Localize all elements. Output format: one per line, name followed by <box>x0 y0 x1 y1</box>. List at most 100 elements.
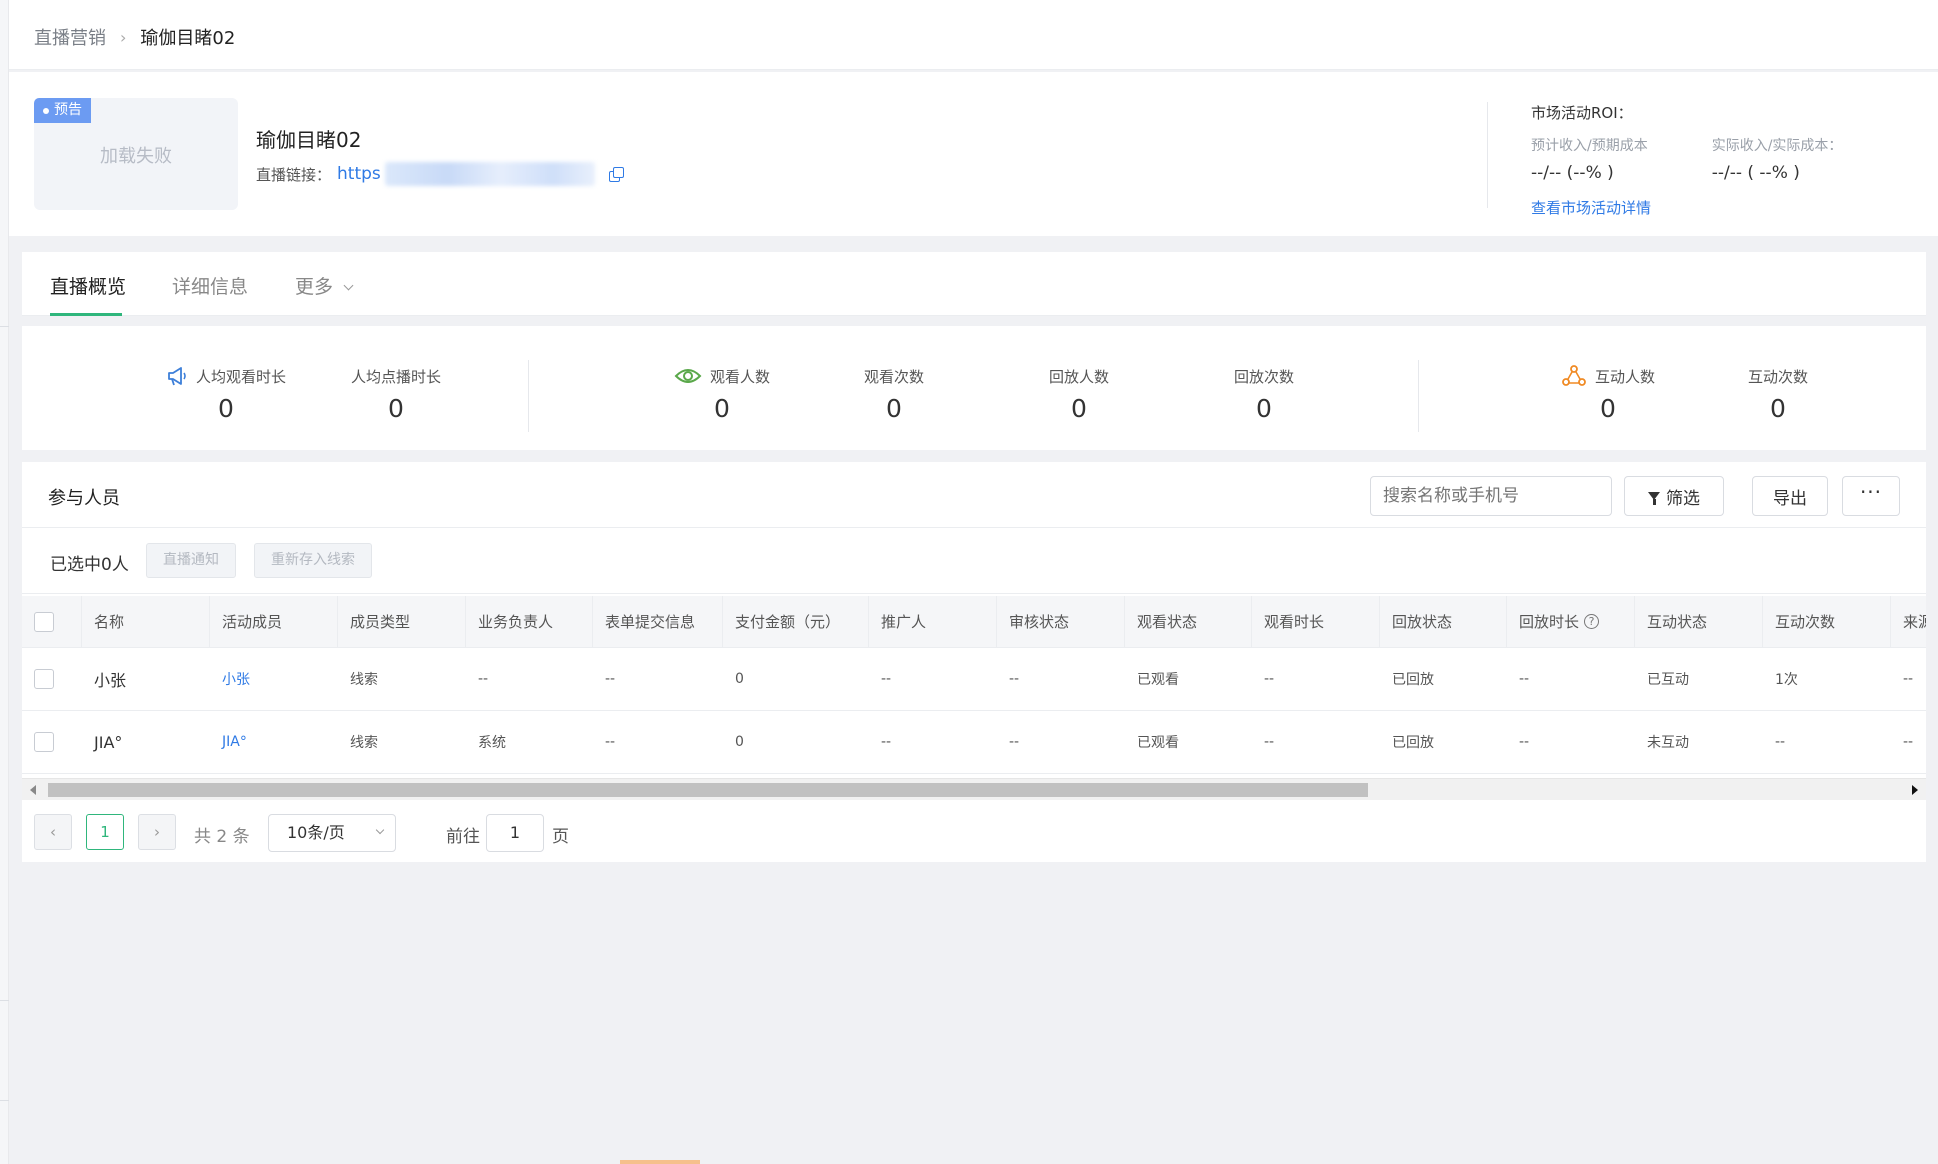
row-select-cell <box>22 648 82 710</box>
cell: -- <box>478 671 489 687</box>
column-header[interactable]: 互动次数 <box>1763 596 1891 647</box>
roi-expected-label: 预计收入/预期成本 <box>1531 138 1648 154</box>
scroll-left-icon[interactable] <box>30 785 36 795</box>
stats-panel: 人均观看时长 0 人均点播时长 0 观看人数 0 观看次数 0 回放人数 0 回… <box>22 326 1926 450</box>
live-cover: 预告 加载失败 <box>34 98 238 210</box>
export-button[interactable]: 导出 <box>1752 476 1828 516</box>
live-title: 瑜伽目睹02 <box>256 128 362 152</box>
search-input[interactable] <box>1370 476 1612 516</box>
copy-icon[interactable] <box>608 167 624 182</box>
column-header[interactable]: 观看状态 <box>1125 596 1252 647</box>
select-all-checkbox[interactable] <box>34 611 54 632</box>
stat-value: 0 <box>218 394 234 423</box>
selected-count: 已选中0人 <box>50 555 129 575</box>
table-row[interactable]: JIA° JIA° 线索 系统 -- 0 -- -- 已观看 -- 已回放 --… <box>22 711 1926 774</box>
column-header[interactable]: 来源 <box>1891 596 1926 647</box>
tab-more[interactable]: 更多 <box>295 272 354 299</box>
filter-button[interactable]: 筛选 <box>1624 476 1724 516</box>
column-header[interactable]: 成员类型 <box>338 596 466 647</box>
chevron-right-icon: › <box>120 27 127 47</box>
cell: 0 <box>735 734 744 750</box>
row-checkbox[interactable] <box>34 732 54 752</box>
column-header[interactable]: 审核状态 <box>997 596 1125 647</box>
cell: 线索 <box>350 735 378 751</box>
chevron-down-icon <box>343 280 354 291</box>
page-size-select[interactable]: 10条/页 <box>268 814 396 852</box>
scroll-right-icon[interactable] <box>1912 785 1918 795</box>
breadcrumb-current: 瑜伽目睹02 <box>140 28 236 49</box>
eye-icon <box>674 369 702 383</box>
goto-page-input[interactable]: 1 <box>486 814 544 852</box>
roi-title: 市场活动ROI： <box>1531 104 1633 122</box>
pagination: ‹ 1 › 共 2 条 10条/页 前往 1 页 <box>22 802 1926 862</box>
cell: 已观看 <box>1137 735 1179 751</box>
live-link-row: 直播链接： https <box>256 162 624 186</box>
resave-leads-button[interactable]: 重新存入线索 <box>254 543 372 578</box>
cell: 系统 <box>478 735 506 751</box>
cell: -- <box>1903 734 1914 750</box>
column-header-with-help[interactable]: 回放时长? <box>1507 596 1635 647</box>
table-row[interactable]: 小张 小张 线索 -- -- 0 -- -- 已观看 -- 已回放 -- 已互动… <box>22 648 1926 711</box>
cell: 线索 <box>350 672 378 688</box>
bottom-accent-strip <box>620 1160 700 1164</box>
column-header[interactable]: 回放状态 <box>1380 596 1507 647</box>
help-icon[interactable]: ? <box>1584 614 1600 629</box>
chevron-left-icon: ‹ <box>50 823 56 841</box>
stat-replays: 回放次数 0 <box>1184 364 1344 424</box>
cell: -- <box>1009 671 1020 687</box>
roi-detail-link[interactable]: 查看市场活动详情 <box>1531 197 1842 218</box>
page-suffix: 页 <box>552 827 569 847</box>
cell: 已回放 <box>1392 735 1434 751</box>
tab-overview[interactable]: 直播概览 <box>50 272 126 299</box>
column-header[interactable]: 活动成员 <box>210 596 338 647</box>
stat-value: 0 <box>1600 394 1616 423</box>
live-notify-button[interactable]: 直播通知 <box>146 543 236 578</box>
live-link-url[interactable]: https <box>337 164 381 184</box>
breadcrumb: 直播营销 › 瑜伽目睹02 <box>34 24 235 50</box>
stat-label: 人均观看时长 <box>195 367 286 386</box>
cell-member-link[interactable]: JIA° <box>210 711 338 773</box>
column-header[interactable]: 表单提交信息 <box>593 596 723 647</box>
column-header[interactable]: 名称 <box>82 596 210 647</box>
more-actions-button[interactable]: ··· <box>1842 476 1900 516</box>
column-header[interactable]: 观看时长 <box>1252 596 1380 647</box>
page-number-button[interactable]: 1 <box>86 814 124 850</box>
cell: 0 <box>735 671 744 687</box>
stat-label: 人均点播时长 <box>350 367 441 386</box>
tab-details[interactable]: 详细信息 <box>172 272 248 299</box>
stat-label: 回放人数 <box>1048 367 1109 386</box>
breadcrumb-parent[interactable]: 直播营销 <box>34 24 106 50</box>
stat-value: 0 <box>1256 394 1272 423</box>
horizontal-scrollbar[interactable] <box>22 778 1926 800</box>
stat-views: 观看次数 0 <box>814 364 974 424</box>
cell: 1次 <box>1775 672 1798 688</box>
column-header[interactable]: 互动状态 <box>1635 596 1763 647</box>
stat-value: 0 <box>714 394 730 423</box>
column-header[interactable]: 支付金额（元） <box>723 596 869 647</box>
column-header[interactable]: 业务负责人 <box>466 596 593 647</box>
roi-expected: 预计收入/预期成本 --/-- (--% ) <box>1531 135 1648 183</box>
interaction-icon <box>1562 365 1586 386</box>
participants-panel: 参与人员 筛选 导出 ··· 已选中0人 直播通知 重新存入线索 名称 活动成员… <box>22 462 1926 862</box>
row-select-cell <box>22 711 82 773</box>
cover-load-failed-text: 加载失败 <box>100 146 172 167</box>
stat-value: 0 <box>886 394 902 423</box>
roi-actual-value: --/-- ( --% ) <box>1711 163 1800 183</box>
row-checkbox[interactable] <box>34 669 54 689</box>
rail-divider <box>0 1000 9 1001</box>
column-header-label: 回放时长 <box>1519 613 1580 631</box>
column-header[interactable]: 推广人 <box>869 596 997 647</box>
selection-bar: 已选中0人 直播通知 重新存入线索 <box>22 528 1926 594</box>
next-page-button[interactable]: › <box>138 814 176 850</box>
active-tab-indicator <box>50 313 122 316</box>
filter-icon <box>1648 492 1660 505</box>
scrollbar-thumb[interactable] <box>48 783 1368 797</box>
cell-member-link[interactable]: 小张 <box>210 648 338 710</box>
rail-divider <box>0 1100 9 1101</box>
megaphone-icon <box>168 367 186 386</box>
goto-label: 前往 <box>446 827 480 847</box>
prev-page-button[interactable]: ‹ <box>34 814 72 850</box>
rail-divider <box>0 326 9 327</box>
stat-interactions: 互动次数 0 <box>1698 364 1858 424</box>
cell: -- <box>1519 734 1530 750</box>
